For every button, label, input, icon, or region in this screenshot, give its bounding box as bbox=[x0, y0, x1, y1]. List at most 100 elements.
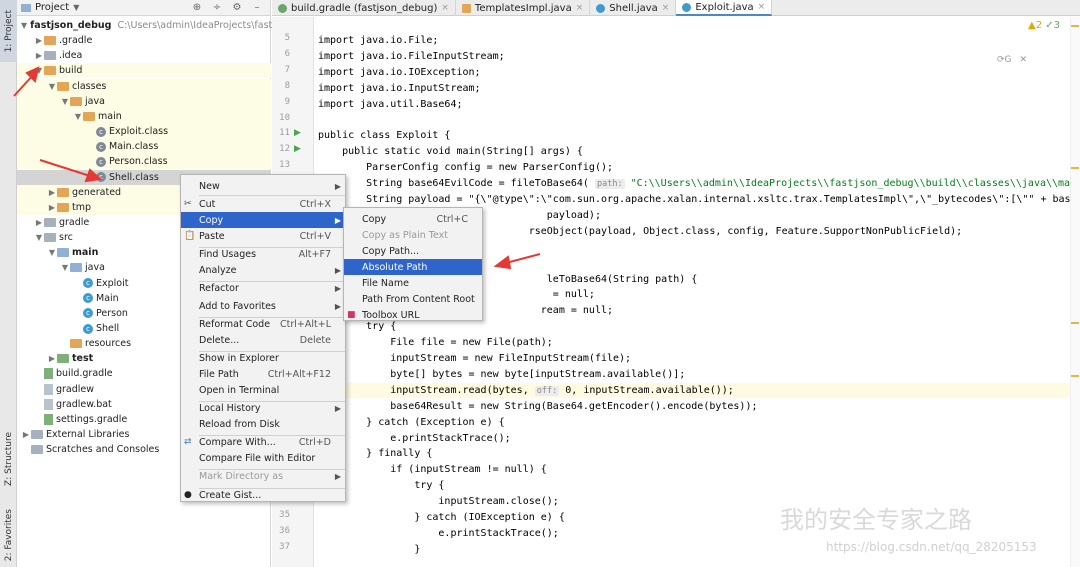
context-menu-item-local-history[interactable]: Local History ▶ bbox=[181, 400, 345, 416]
tab-build-gradle[interactable]: build.gradle (fastjson_debug) × bbox=[272, 0, 456, 16]
code-line[interactable]: } catch (IOException e) { bbox=[318, 510, 565, 525]
close-icon[interactable]: × bbox=[576, 3, 584, 13]
code-text: ParserConfig config = new ParserConfig()… bbox=[318, 162, 614, 174]
context-menu-item-analyze[interactable]: Analyze ▶ bbox=[181, 262, 345, 278]
error-stripe[interactable] bbox=[1070, 17, 1080, 567]
copy-submenu-item-file-name[interactable]: File Name bbox=[344, 275, 482, 291]
code-line[interactable]: byte[] bytes = new byte[inputStream.avai… bbox=[318, 367, 685, 382]
structure-tool-tab[interactable]: Z: Structure bbox=[0, 428, 17, 490]
gradle-refresh-icon[interactable]: ⟳G bbox=[997, 55, 1012, 65]
copy-submenu-item-toolbox-url[interactable]: ■ Toolbox URL bbox=[344, 307, 482, 323]
gradle-popup[interactable]: ⟳G ✕ bbox=[993, 52, 1031, 68]
context-menu-item-add-to-favorites[interactable]: Add to Favorites ▶ bbox=[181, 298, 345, 314]
tab-templatesimpl[interactable]: TemplatesImpl.java × bbox=[456, 0, 591, 16]
code-line[interactable]: import java.io.FileInputStream; bbox=[318, 49, 505, 64]
code-line[interactable]: inputStream.close(); bbox=[318, 494, 558, 509]
favorites-tool-tab[interactable]: 2: Favorites bbox=[0, 503, 17, 567]
tree-item[interactable]: c Exploit.class bbox=[17, 124, 271, 140]
tree-item[interactable]: ▼ fastjson_debug C:\Users\admin\IdeaProjec… bbox=[17, 18, 280, 33]
code-line[interactable]: import java.io.File; bbox=[318, 33, 438, 48]
context-menu-item-create-gist[interactable]: ● Create Gist... bbox=[181, 487, 345, 503]
chevron-right-icon[interactable]: ▶ bbox=[47, 203, 57, 212]
chevron-down-icon[interactable]: ▼ bbox=[60, 263, 70, 272]
context-menu-item-delete[interactable]: Delete... Delete bbox=[181, 332, 345, 348]
code-line[interactable]: import java.util.Base64; bbox=[318, 97, 463, 112]
code-line[interactable]: String base64EvilCode = fileToBase64( pa… bbox=[318, 176, 1080, 191]
context-menu-item-reload-from-disk[interactable]: Reload from Disk bbox=[181, 416, 345, 432]
chevron-down-icon[interactable]: ▼ bbox=[73, 112, 83, 121]
code-line[interactable]: inputStream = new FileInputStream(file); bbox=[318, 351, 631, 366]
context-menu-item-cut[interactable]: ✂ Cut Ctrl+X bbox=[181, 196, 345, 212]
tree-item[interactable]: ▶ .idea bbox=[17, 48, 271, 63]
code-line[interactable]: } bbox=[318, 542, 420, 557]
project-view-selector[interactable]: Project bbox=[35, 2, 69, 13]
context-menu-item-file-path[interactable]: File Path Ctrl+Alt+F12 bbox=[181, 366, 345, 382]
chevron-down-icon[interactable]: ▼ bbox=[47, 82, 57, 91]
chevron-right-icon[interactable]: ▶ bbox=[21, 430, 31, 439]
code-line[interactable]: e.printStackTrace(); bbox=[318, 431, 510, 446]
tree-item[interactable]: ▼ classes bbox=[17, 78, 271, 94]
chevron-down-icon[interactable]: ▼ bbox=[47, 248, 57, 257]
tree-item[interactable]: c Person.class bbox=[17, 154, 271, 170]
context-menu-item-refactor[interactable]: Refactor ▶ bbox=[181, 280, 345, 296]
tree-item[interactable]: c Main.class bbox=[17, 139, 271, 155]
tab-exploit[interactable]: Exploit.java × bbox=[676, 0, 773, 16]
chevron-right-icon[interactable]: ▶ bbox=[34, 51, 44, 60]
context-menu-item-reformat-code[interactable]: Reformat Code Ctrl+Alt+L bbox=[181, 316, 345, 332]
stripe-mark[interactable] bbox=[1071, 167, 1079, 169]
tree-item[interactable]: ▼ java bbox=[17, 93, 271, 109]
context-menu-item-compare-with[interactable]: ⇄ Compare With... Ctrl+D bbox=[181, 434, 345, 450]
copy-submenu-item-copy[interactable]: Copy Ctrl+C bbox=[344, 211, 482, 227]
chevron-down-icon[interactable]: ▼ bbox=[34, 233, 44, 242]
tree-item[interactable]: ▼ build bbox=[17, 63, 271, 79]
close-icon[interactable]: × bbox=[441, 3, 449, 13]
copy-submenu-item-absolute-path[interactable]: Absolute Path bbox=[344, 259, 482, 275]
context-menu-item-find-usages[interactable]: Find Usages Alt+F7 bbox=[181, 246, 345, 262]
code-line[interactable]: inputStream.read(bytes, off: 0, inputStr… bbox=[314, 382, 1080, 398]
chevron-down-icon[interactable]: ▼ bbox=[60, 97, 70, 106]
tree-item[interactable]: ▶ .gradle bbox=[17, 33, 271, 48]
code-line[interactable]: ParserConfig config = new ParserConfig()… bbox=[318, 160, 613, 175]
chevron-right-icon[interactable]: ▶ bbox=[34, 36, 44, 45]
minimize-icon[interactable]: – bbox=[250, 2, 264, 13]
project-tool-tab[interactable]: 1: Project bbox=[0, 0, 17, 62]
target-icon[interactable]: ⊕ bbox=[190, 2, 204, 13]
chevron-right-icon[interactable]: ▶ bbox=[34, 218, 44, 227]
run-gutter-icon[interactable]: ▶ bbox=[294, 128, 301, 138]
context-menu-item-compare-file-with-editor[interactable]: Compare File with Editor bbox=[181, 450, 345, 466]
gear-icon[interactable]: ⚙ bbox=[230, 2, 244, 13]
class-icon: c bbox=[83, 308, 93, 319]
stripe-mark[interactable] bbox=[1071, 25, 1079, 27]
chevron-right-icon[interactable]: ▶ bbox=[47, 188, 57, 197]
code-line[interactable]: public class Exploit { bbox=[318, 128, 450, 143]
code-line[interactable]: import java.io.IOException; bbox=[318, 65, 481, 80]
chevron-right-icon[interactable]: ▶ bbox=[47, 354, 57, 363]
close-icon[interactable]: ✕ bbox=[1019, 55, 1027, 65]
code-line[interactable]: e.printStackTrace(); bbox=[318, 526, 558, 541]
close-icon[interactable]: × bbox=[758, 2, 766, 12]
chevron-down-icon[interactable]: ▼ bbox=[21, 21, 27, 30]
context-menu-item-paste[interactable]: 📋 Paste Ctrl+V bbox=[181, 228, 345, 244]
inspection-widget[interactable]: ▲2 ✓3 bbox=[1028, 20, 1060, 31]
tree-item[interactable]: ▼ main bbox=[17, 108, 271, 124]
close-icon[interactable]: × bbox=[662, 3, 670, 13]
code-line[interactable]: String payload = "{\"@type\":\"com.sun.o… bbox=[318, 192, 1070, 207]
tab-shell[interactable]: Shell.java × bbox=[590, 0, 677, 16]
stripe-mark[interactable] bbox=[1071, 375, 1079, 377]
context-menu-item-show-in-explorer[interactable]: Show in Explorer bbox=[181, 350, 345, 366]
chevron-down-icon[interactable]: ▼ bbox=[73, 3, 79, 12]
code-line[interactable]: File file = new File(path); bbox=[318, 335, 553, 350]
context-menu-item-open-in-terminal[interactable]: Open in Terminal bbox=[181, 382, 345, 398]
code-line[interactable]: public static void main(String[] args) { bbox=[318, 144, 583, 159]
code-line[interactable]: base64Result = new String(Base64.getEnco… bbox=[318, 399, 757, 414]
stripe-mark[interactable] bbox=[1071, 322, 1079, 324]
copy-submenu-item-copy-path[interactable]: Copy Path... bbox=[344, 243, 482, 259]
context-menu-item-new[interactable]: New ▶ bbox=[181, 178, 345, 194]
copy-submenu-item-path-from-content-root[interactable]: Path From Content Root bbox=[344, 291, 482, 307]
context-menu-item-copy[interactable]: Copy ▶ bbox=[181, 212, 345, 228]
code-line[interactable]: import java.io.InputStream; bbox=[318, 81, 481, 96]
chevron-down-icon[interactable]: ▼ bbox=[34, 66, 44, 75]
collapse-icon[interactable]: ÷ bbox=[210, 2, 224, 13]
run-gutter-icon[interactable]: ▶ bbox=[294, 144, 301, 154]
code-line[interactable]: if (inputStream != null) { bbox=[318, 462, 547, 477]
